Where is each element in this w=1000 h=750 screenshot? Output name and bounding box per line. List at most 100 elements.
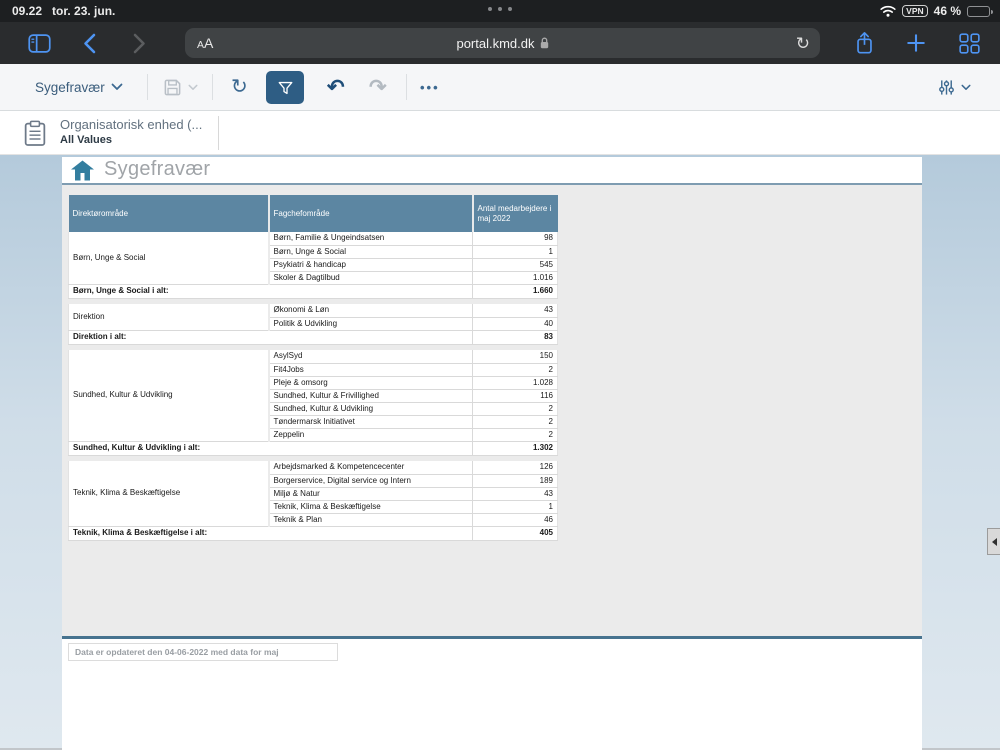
table-zone: Direktørområde Fagchefområde Antal medar…	[62, 185, 922, 636]
employee-count-cell: 46	[473, 513, 558, 526]
department-cell: Fit4Jobs	[269, 363, 473, 376]
group-total-value: 1.660	[473, 284, 558, 298]
group-total-value: 405	[473, 526, 558, 540]
filter-value: All Values	[60, 134, 202, 146]
report-selector[interactable]: Sygefravær	[35, 64, 123, 110]
more-options-button[interactable]: •••	[420, 64, 440, 110]
data-updated-note: Data er opdateret den 04-06-2022 med dat…	[68, 643, 338, 661]
group-total-row: Børn, Unge & Social i alt:1.660	[69, 284, 558, 298]
undo-button[interactable]: ↶	[327, 64, 345, 110]
employee-count-cell: 2	[473, 428, 558, 441]
save-button[interactable]	[163, 64, 198, 110]
filter-name: Organisatorisk enhed (...	[60, 117, 202, 132]
ipad-screen: 09.22 tor. 23. jun. VPN 46 %	[0, 0, 1000, 750]
department-cell: Psykiatri & handicap	[269, 258, 473, 271]
employee-count-cell: 1	[473, 245, 558, 258]
employee-count-cell: 189	[473, 474, 558, 487]
employee-count-cell: 1.016	[473, 271, 558, 284]
employee-count-cell: 545	[473, 258, 558, 271]
employee-count-cell: 2	[473, 402, 558, 415]
department-cell: AsylSyd	[269, 350, 473, 363]
group-total-value: 83	[473, 330, 558, 344]
page-title: Sygefravær	[104, 158, 210, 181]
employee-count-cell: 2	[473, 363, 558, 376]
table-row: DirektionØkonomi & Løn43	[69, 304, 558, 317]
department-cell: Børn, Unge & Social	[269, 245, 473, 258]
report-title-bar: Sygefravær	[62, 157, 922, 183]
employee-count-cell: 43	[473, 304, 558, 317]
back-button[interactable]	[74, 22, 104, 64]
save-icon	[163, 78, 182, 97]
group-name-cell: Teknik, Klima & Beskæftigelse	[69, 461, 269, 526]
status-bar: 09.22 tor. 23. jun. VPN 46 %	[0, 0, 1000, 22]
toolbar-divider	[212, 74, 213, 100]
column-header-antal[interactable]: Antal medarbejdere i maj 2022	[473, 195, 558, 232]
department-cell: Sundhed, Kultur & Frivillighed	[269, 389, 473, 402]
department-cell: Sundhed, Kultur & Udvikling	[269, 402, 473, 415]
undo-icon: ↶	[327, 75, 345, 100]
share-button[interactable]	[848, 22, 880, 64]
department-cell: Tøndermarsk Initiativet	[269, 415, 473, 428]
chevron-down-icon	[111, 83, 123, 91]
reader-view-button[interactable]: AA	[197, 35, 213, 51]
redo-icon: ↷	[369, 75, 387, 100]
report-page: Sygefravær Direktørområde Fagchefområde …	[62, 157, 922, 750]
filter-button[interactable]	[266, 71, 304, 104]
column-header-fagchefomrade[interactable]: Fagchefområde	[269, 195, 473, 232]
report-table-body: Børn, Unge & SocialBørn, Familie & Ungei…	[69, 232, 558, 540]
home-icon[interactable]	[70, 160, 95, 181]
page-bottom-rule	[62, 636, 922, 639]
group-total-value: 1.302	[473, 441, 558, 455]
department-cell: Borgerservice, Digital service og Intern	[269, 474, 473, 487]
toolbar-divider	[147, 74, 148, 100]
sliders-icon	[938, 79, 955, 96]
group-total-label: Teknik, Klima & Beskæftigelse i alt:	[69, 526, 473, 540]
table-row: Børn, Unge & SocialBørn, Familie & Ungei…	[69, 232, 558, 245]
multitask-dots-icon	[0, 7, 1000, 11]
employee-count-cell: 1.028	[473, 376, 558, 389]
employee-count-cell: 43	[473, 487, 558, 500]
wifi-icon	[880, 5, 896, 17]
sidebar-toggle-button[interactable]	[22, 22, 56, 64]
employee-count-cell: 1	[473, 500, 558, 513]
clipboard-icon	[24, 120, 46, 147]
group-total-label: Sundhed, Kultur & Udvikling i alt:	[69, 441, 473, 455]
lock-icon	[540, 37, 549, 49]
url-text: portal.kmd.dk	[456, 36, 534, 51]
reload-button[interactable]: ↻	[796, 35, 810, 52]
department-cell: Miljø & Natur	[269, 487, 473, 500]
department-cell: Økonomi & Løn	[269, 304, 473, 317]
department-cell: Teknik, Klima & Beskæftigelse	[269, 500, 473, 513]
group-total-label: Direktion i alt:	[69, 330, 473, 344]
employee-count-cell: 2	[473, 415, 558, 428]
safari-toolbar: AA portal.kmd.dk ↻	[0, 22, 1000, 64]
filter-bar-divider	[218, 116, 219, 150]
column-header-direktoromrade[interactable]: Direktørområde	[69, 195, 269, 232]
report-table: Direktørområde Fagchefområde Antal medar…	[68, 195, 558, 541]
toolbar-divider	[406, 74, 407, 100]
redo-button[interactable]: ↷	[369, 64, 387, 110]
department-cell: Zeppelin	[269, 428, 473, 441]
group-name-cell: Sundhed, Kultur & Udvikling	[69, 350, 269, 441]
tabs-overview-button[interactable]	[952, 22, 986, 64]
forward-button[interactable]	[124, 22, 154, 64]
battery-percent: 46 %	[934, 4, 961, 18]
table-header-row: Direktørområde Fagchefområde Antal medar…	[69, 195, 558, 232]
report-selector-label: Sygefravær	[35, 80, 105, 95]
employee-count-cell: 40	[473, 317, 558, 330]
department-cell: Arbejdsmarked & Kompetencecenter	[269, 461, 473, 474]
funnel-icon	[278, 81, 293, 95]
employee-count-cell: 116	[473, 389, 558, 402]
arrow-left-icon	[988, 538, 997, 546]
panel-collapse-handle[interactable]	[987, 528, 1000, 555]
view-settings-button[interactable]	[938, 64, 971, 110]
ellipsis-icon: •••	[420, 80, 440, 95]
department-cell: Børn, Familie & Ungeindsatsen	[269, 232, 473, 245]
new-tab-button[interactable]	[900, 22, 932, 64]
department-cell: Politik & Udvikling	[269, 317, 473, 330]
filter-token[interactable]: Organisatorisk enhed (... All Values	[60, 117, 202, 146]
group-total-row: Direktion i alt:83	[69, 330, 558, 344]
table-row: Sundhed, Kultur & UdviklingAsylSyd150	[69, 350, 558, 363]
refresh-button[interactable]: ↻	[231, 64, 248, 110]
address-bar[interactable]: AA portal.kmd.dk ↻	[185, 28, 820, 58]
